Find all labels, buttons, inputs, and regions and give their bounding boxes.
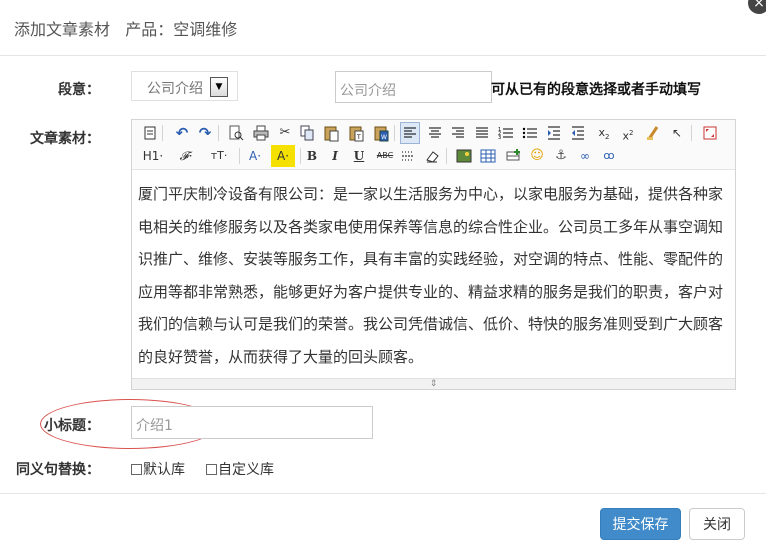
ordered-list-icon[interactable]: 123 <box>497 122 515 144</box>
table-icon[interactable] <box>479 145 497 167</box>
font-size-dropdown[interactable]: тT· <box>206 145 232 167</box>
italic-button[interactable]: I <box>328 145 342 167</box>
toolbar-divider <box>394 125 395 141</box>
cut-icon[interactable]: ✂ <box>278 122 292 144</box>
align-center-icon[interactable] <box>426 122 444 144</box>
bold-button[interactable]: B <box>305 145 319 167</box>
subscript-icon[interactable]: x2 <box>596 122 612 144</box>
svg-text:W: W <box>381 134 387 141</box>
fullscreen-icon[interactable] <box>702 122 718 144</box>
toolbar-divider <box>162 125 163 141</box>
outdent-icon[interactable] <box>569 122 587 144</box>
toolbar-divider <box>239 148 240 164</box>
toolbar-divider <box>300 148 301 164</box>
subtitle-input[interactable]: 介绍1 <box>131 406 373 439</box>
synonym-option-default[interactable]: 默认库 <box>131 459 185 479</box>
editor-content[interactable]: 厦门平庆制冷设备有限公司：是一家以生活服务为中心，以家电服务为基础，提供各种家电… <box>138 178 732 373</box>
segment-select[interactable]: 公司介绍 ▼ <box>131 71 238 101</box>
segment-input[interactable]: 公司介绍 <box>335 71 492 103</box>
editor-resize-handle[interactable]: ⇕ <box>132 378 735 389</box>
horizontal-rule-icon[interactable] <box>400 145 416 167</box>
segment-label: 段意： <box>58 82 100 98</box>
chevron-down-icon[interactable]: ▼ <box>210 77 228 97</box>
clear-format-icon[interactable] <box>645 122 661 144</box>
checkbox-label: 默认库 <box>143 462 185 478</box>
print-icon[interactable] <box>253 122 269 144</box>
paste-word-icon[interactable]: W <box>373 122 389 144</box>
redo-icon[interactable]: ↷ <box>197 122 213 144</box>
synonym-label: 同义句替换： <box>16 462 100 478</box>
underline-button[interactable]: U <box>352 145 366 167</box>
dialog-title: 添加文章素材 产品：空调维修 <box>14 20 238 39</box>
paste-text-icon[interactable]: T <box>348 122 364 144</box>
subtitle-label: 小标题： <box>44 418 100 434</box>
insert-row-icon[interactable] <box>505 145 523 167</box>
preview-icon[interactable] <box>228 122 244 144</box>
eraser-icon[interactable] <box>424 145 440 167</box>
segment-hint: 可从已有的段意选择或者手动填写 <box>491 82 701 98</box>
segment-select-value: 公司介绍 <box>147 81 203 97</box>
close-button[interactable]: 关闭 <box>689 508 745 540</box>
svg-text:T: T <box>356 134 361 141</box>
close-icon[interactable]: × <box>748 0 766 14</box>
highlight-dropdown[interactable]: A· <box>271 145 295 167</box>
checkbox-label: 自定义库 <box>218 462 274 478</box>
toolbar-divider <box>691 125 692 141</box>
font-color-dropdown[interactable]: A· <box>244 145 266 167</box>
dialog-footer: 提交保存 关闭 <box>0 493 766 553</box>
toolbar-divider <box>446 148 447 164</box>
checkbox[interactable] <box>206 464 217 475</box>
anchor-icon[interactable]: ⚓ <box>553 145 569 167</box>
dialog-header: 添加文章素材 产品：空调维修 × <box>0 0 766 56</box>
synonym-option-custom[interactable]: 自定义库 <box>206 459 274 479</box>
checkbox[interactable] <box>131 464 142 475</box>
unlink-icon[interactable]: ꝏ <box>601 145 617 167</box>
rich-text-editor[interactable]: ↶ ↷ ✂ T W 123 x2 x2 ↖ H1· 𝓕· тT· A· A· B… <box>131 119 736 390</box>
select-all-icon[interactable]: ↖ <box>670 122 684 144</box>
svg-text:3: 3 <box>498 135 501 141</box>
strikethrough-button[interactable]: ABC <box>374 145 396 167</box>
paste-icon[interactable] <box>323 122 339 144</box>
material-label: 文章素材： <box>30 131 100 147</box>
toolbar-divider <box>218 125 219 141</box>
justify-icon[interactable] <box>473 122 491 144</box>
superscript-icon[interactable]: x2 <box>620 122 636 144</box>
emoticon-icon[interactable]: ☺ <box>529 145 545 167</box>
undo-icon[interactable]: ↶ <box>174 122 190 144</box>
indent-icon[interactable] <box>545 122 563 144</box>
copy-icon[interactable] <box>299 122 315 144</box>
align-right-icon[interactable] <box>449 122 467 144</box>
submit-button[interactable]: 提交保存 <box>600 508 681 540</box>
editor-toolbar: ↶ ↷ ✂ T W 123 x2 x2 ↖ H1· 𝓕· тT· A· A· B… <box>132 120 735 170</box>
image-icon[interactable] <box>455 145 473 167</box>
unordered-list-icon[interactable] <box>521 122 539 144</box>
font-family-dropdown[interactable]: 𝓕· <box>174 145 198 167</box>
align-left-icon[interactable] <box>400 122 420 144</box>
heading-dropdown[interactable]: H1· <box>141 145 165 167</box>
link-icon[interactable]: ∞ <box>577 145 593 167</box>
source-icon[interactable] <box>142 122 158 144</box>
